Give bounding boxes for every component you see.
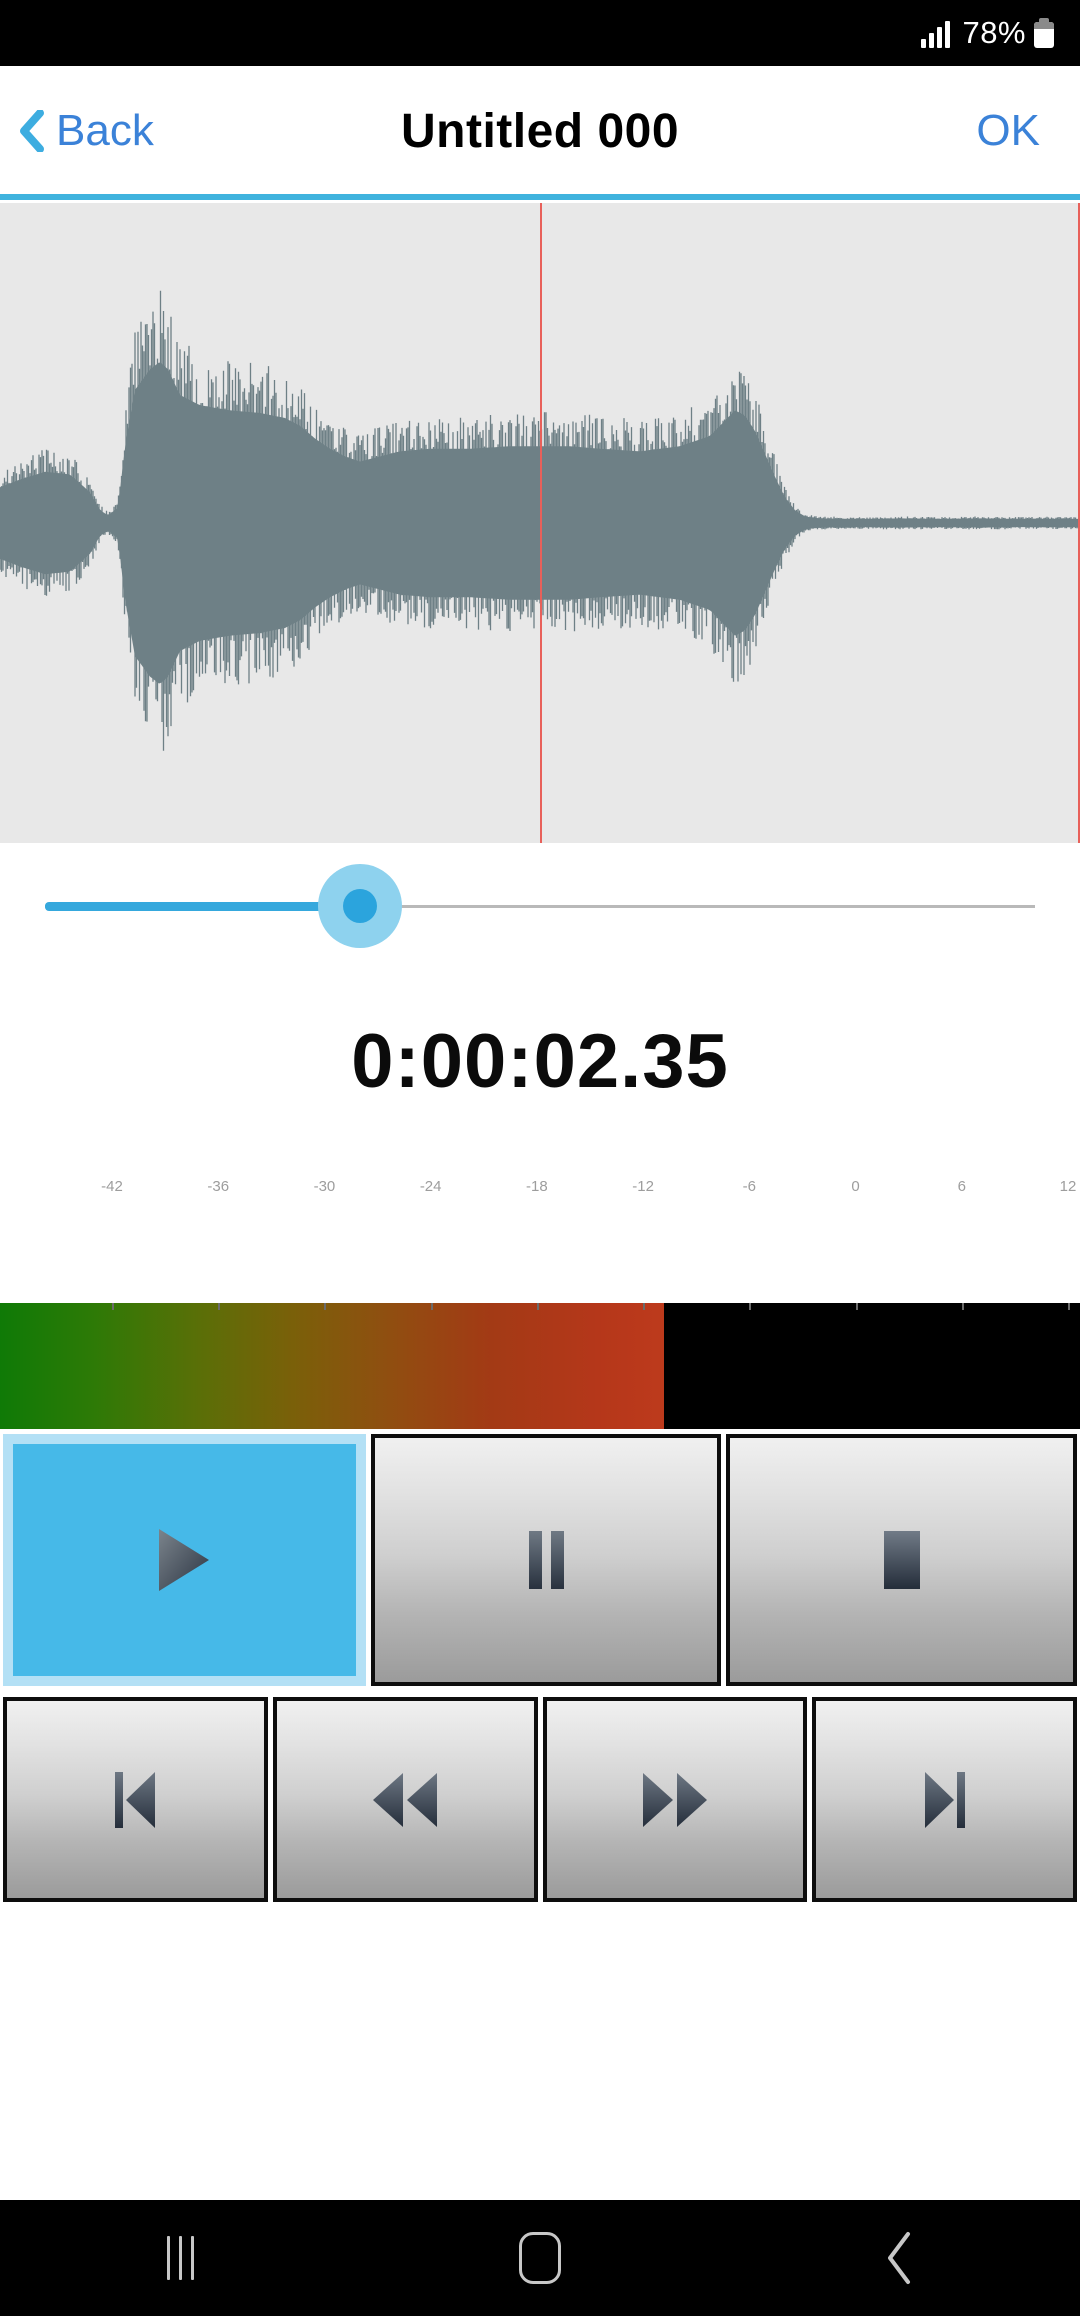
- header-divider: [0, 194, 1080, 200]
- pause-button[interactable]: [370, 1434, 722, 1686]
- playhead-marker[interactable]: [540, 203, 542, 843]
- db-tick-label: -18: [526, 1178, 548, 1195]
- db-tick-label: 0: [851, 1178, 860, 1195]
- level-meter: [0, 1303, 1080, 1429]
- status-bar: 78%: [0, 0, 1080, 66]
- home-button[interactable]: [450, 2232, 630, 2284]
- rewind-icon: [373, 1772, 438, 1827]
- level-meter-ticks: [0, 1303, 1080, 1311]
- waveform-display[interactable]: [0, 203, 1080, 843]
- stop-icon: [883, 1531, 920, 1589]
- app-screen: 78% Back Untitled 000 OK 0:00:02.35 -42 …: [0, 0, 1080, 2316]
- pause-icon: [529, 1531, 564, 1589]
- seek-slider[interactable]: [0, 843, 1080, 973]
- play-button[interactable]: [3, 1434, 366, 1686]
- app-header: Back Untitled 000 OK: [0, 66, 1080, 196]
- stop-button[interactable]: [726, 1434, 1078, 1686]
- back-chevron-icon: [888, 2232, 910, 2284]
- db-tick-label: -42: [101, 1178, 123, 1195]
- fast-forward-button[interactable]: [542, 1697, 808, 1902]
- skip-previous-icon: [115, 1771, 156, 1828]
- system-navigation-bar: [0, 2200, 1080, 2316]
- page-title: Untitled 000: [400, 104, 680, 158]
- db-tick-label: 12: [1059, 1178, 1077, 1195]
- recents-button[interactable]: [90, 2236, 270, 2280]
- play-icon: [159, 1529, 210, 1591]
- system-back-button[interactable]: [810, 2230, 990, 2286]
- db-tick-label: -24: [419, 1178, 442, 1195]
- db-scale: -42 -36 -30 -24 -18 -12 -6 0 6 12: [0, 1178, 1080, 1218]
- transport-secondary-row: [0, 1697, 1080, 1902]
- playback-time: 0:00:02.35: [351, 1019, 729, 1104]
- db-tick-label: -30: [313, 1178, 336, 1195]
- db-tick-label: -36: [207, 1178, 230, 1195]
- transport-primary-row: [0, 1434, 1080, 1686]
- recents-icon: [166, 2236, 194, 2280]
- db-tick-label: 6: [957, 1178, 966, 1195]
- rewind-button[interactable]: [272, 1697, 538, 1902]
- level-meter-fill: [0, 1303, 665, 1429]
- battery-icon: [1034, 18, 1054, 48]
- skip-next-icon: [924, 1771, 965, 1828]
- battery-percent-label: 78%: [962, 15, 1026, 50]
- seek-thumb[interactable]: [343, 889, 377, 923]
- fast-forward-icon: [642, 1772, 707, 1827]
- signal-bars-icon: [921, 18, 951, 48]
- skip-to-start-button[interactable]: [3, 1697, 268, 1902]
- ok-button[interactable]: OK: [976, 106, 1040, 156]
- db-tick-label: -12: [632, 1178, 654, 1195]
- seek-fill: [45, 902, 360, 911]
- db-tick-label: -6: [742, 1178, 756, 1195]
- home-icon: [519, 2232, 561, 2284]
- skip-to-end-button[interactable]: [812, 1697, 1077, 1902]
